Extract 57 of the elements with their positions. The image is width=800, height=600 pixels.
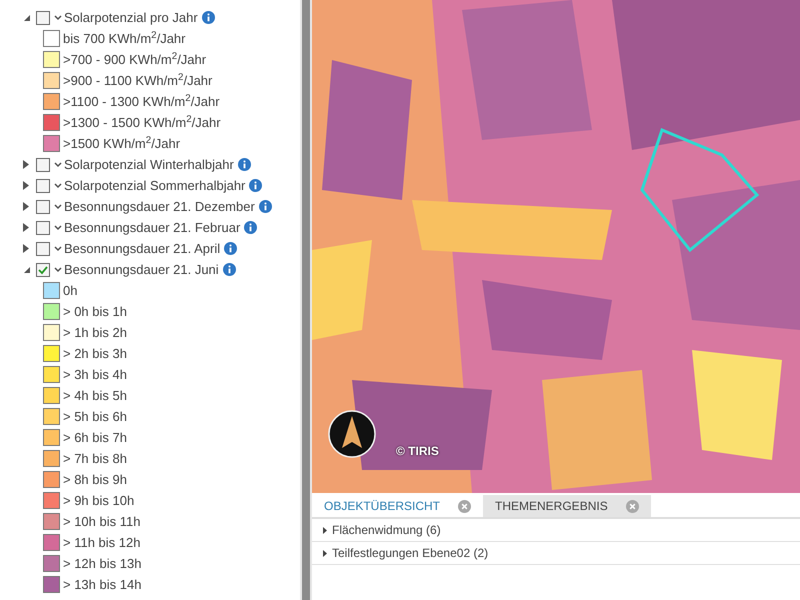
chevron-icon[interactable] (54, 162, 62, 168)
layer-label: Solarpotenzial Winterhalbjahr (64, 156, 234, 174)
layer-checkbox[interactable] (36, 220, 50, 234)
legend-label: > 0h bis 1h (63, 302, 127, 321)
result-row[interactable]: Teilfestlegungen Ebene02 (2) (312, 542, 800, 565)
legend-label: > 7h bis 8h (63, 450, 127, 468)
layer-label: Besonnungsdauer 21. Dezember (64, 198, 255, 216)
legend-label: > 9h bis 10h (63, 492, 134, 510)
layer-label: Besonnungsdauer 21. April (64, 240, 220, 258)
legend-label: >900 - 1100 KWh/m$^{2}$/Jahr (63, 70, 212, 90)
legend-label: > 10h bis 11h (63, 512, 140, 531)
legend-label: >1300 - 1500 KWh/m$^{2}$/Jahr (63, 112, 221, 132)
layer-label: Besonnungsdauer 21. Februar (64, 218, 240, 237)
info-icon[interactable] (224, 242, 238, 255)
scrollbar[interactable] (300, 0, 312, 600)
chevron-icon[interactable] (54, 182, 62, 188)
legend-label: >700 - 900 KWh/m$^{2}$/Jahr (63, 50, 206, 69)
compass-icon[interactable] (328, 410, 376, 458)
legend-label: >1500 KWh/m$^{2}$/Jahr (63, 134, 180, 153)
info-icon[interactable] (222, 263, 236, 276)
layer-label: Solarpotenzial pro Jahr (64, 8, 198, 27)
legend-label: > 6h bis 7h (63, 428, 127, 447)
layer-checkbox[interactable] (36, 262, 50, 276)
layer-checkbox[interactable] (36, 158, 50, 172)
map-attribution: © TIRIS (396, 443, 439, 460)
legend-label: >1100 - 1300 KWh/m$^{2}$/Jahr (63, 92, 220, 111)
info-icon[interactable] (244, 221, 258, 234)
chevron-icon[interactable] (54, 246, 62, 252)
layer-checkbox[interactable] (36, 178, 50, 192)
chevron-icon[interactable] (54, 224, 62, 230)
legend-label: > 3h bis 4h (63, 366, 127, 384)
legend-label: > 11h bis 12h (63, 534, 140, 552)
layer-label: Solarpotenzial Sommerhalbjahr (64, 176, 246, 195)
layer-label: Besonnungsdauer 21. Juni (64, 260, 219, 279)
legend-label: > 5h bis 6h (63, 408, 127, 426)
legend-label: > 8h bis 9h (63, 470, 127, 489)
info-icon[interactable] (258, 200, 272, 213)
layer-checkbox[interactable] (36, 242, 50, 256)
legend-label: 0h (63, 282, 78, 300)
layer-checkbox[interactable] (36, 10, 50, 24)
info-icon[interactable] (249, 179, 262, 192)
info-icon[interactable] (238, 158, 251, 171)
legend-label: > 12h bis 13h (63, 554, 142, 573)
legend-label: > 13h bis 14h (63, 576, 142, 594)
result-row[interactable]: Flächenwidmung (6) (312, 519, 800, 542)
legend-label: > 1h bis 2h (63, 324, 127, 342)
caret-icon (323, 526, 327, 534)
legend-label: bis 700 KWh/m$^{2}$/Jahr (63, 28, 186, 48)
chevron-icon[interactable] (54, 266, 62, 272)
legend-label: > 2h bis 3h (63, 344, 127, 363)
info-icon[interactable] (202, 11, 215, 24)
caret-icon (323, 550, 327, 556)
chevron-icon[interactable] (54, 14, 62, 20)
chevron-icon[interactable] (54, 204, 62, 210)
legend-label: > 4h bis 5h (63, 386, 127, 405)
result-tab[interactable]: THEMENERGEBNIS (483, 495, 651, 517)
layer-checkbox[interactable] (36, 200, 50, 214)
